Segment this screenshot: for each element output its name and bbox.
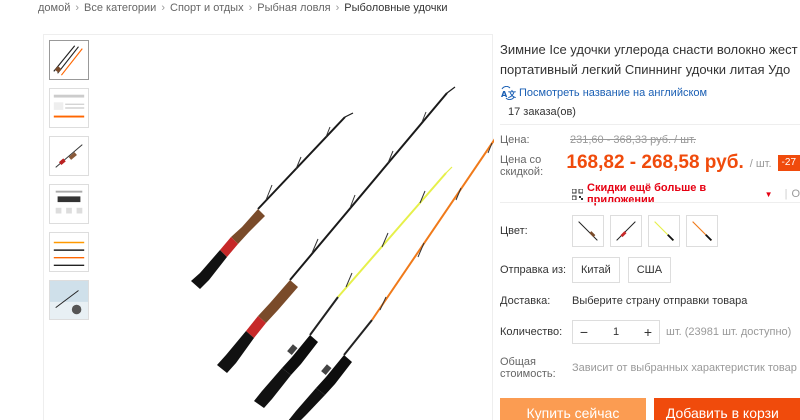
rod-black-cork-1 (191, 112, 354, 289)
chevron-down-icon[interactable]: ▼ (765, 190, 773, 199)
color-swatches (572, 215, 718, 247)
product-title-line-1: Зимние Ice удочки углерода снасти волокн… (500, 42, 798, 57)
ship-from-label: Отправка из: (500, 264, 567, 276)
ship-from-usa[interactable]: США (627, 257, 672, 283)
color-label: Цвет: (500, 225, 528, 237)
quantity-stepper: − 1 + (572, 320, 660, 344)
discount-price-label-line-2: скидкой: (500, 166, 544, 178)
color-swatch-1[interactable] (572, 215, 604, 247)
ship-from-china[interactable]: Китай (572, 257, 620, 283)
breadcrumb: домой › Все категории › Спорт и отдых › Рыбная… (38, 2, 447, 14)
thumbnail-6[interactable] (49, 280, 89, 320)
old-price: 231,60 - 368,33 руб. / шт. (570, 134, 696, 146)
add-to-cart-button[interactable]: Добавить в корзи (653, 398, 800, 420)
breadcrumb-all-categories[interactable]: Все категории (84, 2, 156, 14)
per-unit: / шт. (749, 158, 772, 170)
translate-link-label[interactable]: Посмотреть название на английском (519, 87, 707, 99)
quantity-available: шт. (23981 шт. доступно) (666, 326, 792, 338)
thumbnail-list (49, 40, 89, 328)
old-price-label: Цена: (500, 134, 530, 146)
product-title-line-2: портативный легкий Спиннинг удочки литая… (500, 62, 791, 77)
translate-link[interactable]: A文 Посмотреть название на английском (500, 85, 800, 101)
quantity-label: Количество: (500, 326, 563, 338)
delivery-value: Выберите страну отправки товара (572, 295, 748, 307)
color-swatch-2[interactable] (610, 215, 642, 247)
price-block: Цена: 231,60 - 368,33 руб. / шт. Цена со… (500, 132, 800, 206)
quantity-decrease-button[interactable]: − (573, 324, 595, 340)
breadcrumb-separator: › (248, 2, 253, 14)
color-swatch-4[interactable] (686, 215, 718, 247)
breadcrumb-fishing-rods[interactable]: Рыболовные удочки (344, 2, 447, 14)
breadcrumb-sport[interactable]: Спорт и отдых (170, 2, 244, 14)
divider (500, 202, 800, 203)
divider (500, 124, 800, 125)
main-product-image[interactable] (90, 35, 494, 420)
rod-black-cork-2 (217, 86, 456, 373)
delivery-label: Доставка: (500, 295, 551, 307)
delivery-row: Доставка: Выберите страну отправки товар… (500, 295, 747, 307)
svg-text:A: A (501, 90, 508, 99)
color-row: Цвет: (500, 215, 718, 247)
discount-price-label: Цена со скидкой: (500, 152, 566, 178)
breadcrumb-separator: › (335, 2, 340, 14)
thumbnail-5[interactable] (49, 232, 89, 272)
total-row: Общая стоимость: Зависит от выбранных ха… (500, 356, 797, 380)
quantity-increase-button[interactable]: + (637, 324, 659, 340)
total-label-line-1: Общая (500, 356, 536, 368)
svg-text:文: 文 (508, 89, 516, 99)
total-label: Общая стоимость: (500, 356, 572, 380)
discount-badge: -27 (777, 155, 800, 171)
thumbnail-4[interactable] (49, 184, 89, 224)
translate-icon: A文 (500, 85, 517, 101)
thumbnail-3[interactable] (49, 136, 89, 176)
breadcrumb-fishing[interactable]: Рыбная ловля (257, 2, 330, 14)
action-buttons: Купить сейчас Добавить в корзи (500, 398, 800, 420)
promo-separator: | (784, 188, 788, 200)
qr-code-icon (571, 188, 584, 200)
breadcrumb-separator: › (161, 2, 165, 14)
product-info: Зимние Ice удочки углерода снасти волокн… (500, 40, 800, 118)
breadcrumb-separator: › (75, 2, 80, 14)
breadcrumb-home[interactable]: домой (38, 2, 70, 14)
buy-now-button[interactable]: Купить сейчас (500, 398, 646, 420)
color-swatch-3[interactable] (648, 215, 680, 247)
total-label-line-2: стоимость: (500, 368, 556, 380)
ship-from-row: Отправка из: Китай США (500, 257, 679, 283)
discount-price: 168,82 - 268,58 руб. (566, 152, 744, 173)
total-value: Зависит от выбранных характеристик товар (572, 362, 797, 374)
discount-price-label-line-1: Цена со (500, 154, 542, 166)
promo-more[interactable]: О (791, 188, 800, 200)
product-gallery (43, 34, 494, 420)
thumbnail-1[interactable] (49, 40, 89, 80)
quantity-row: Количество: − 1 + шт. (23981 шт. доступн… (500, 320, 791, 344)
orders-count: 17 заказа(ов) (508, 106, 576, 118)
thumbnail-2[interactable] (49, 88, 89, 128)
rod-orange-tip (288, 138, 494, 420)
quantity-input[interactable]: 1 (595, 326, 637, 338)
